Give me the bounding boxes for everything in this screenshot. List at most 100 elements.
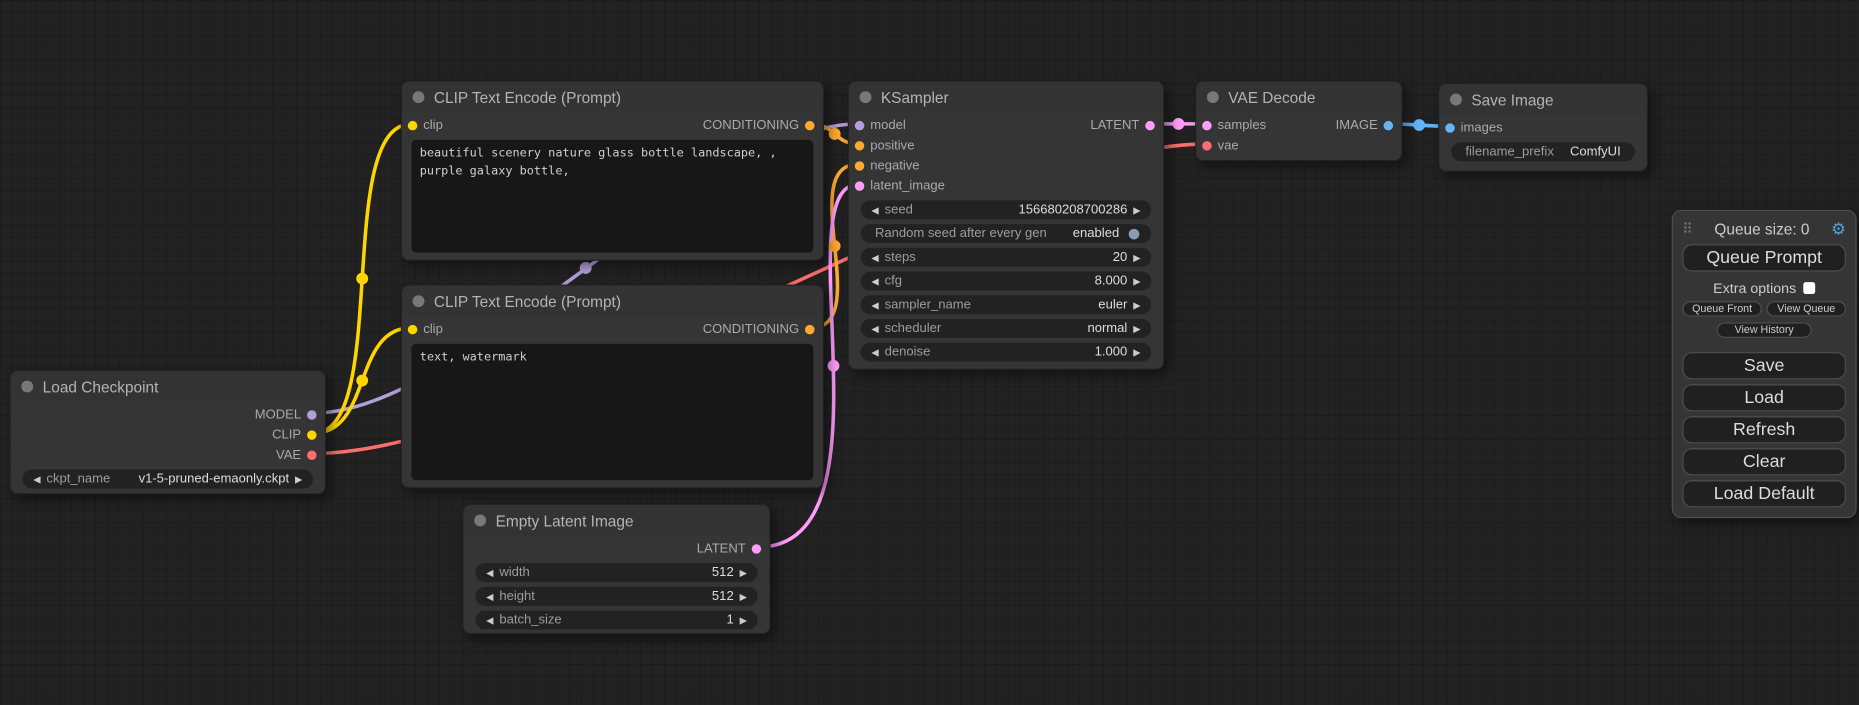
widget-name: ckpt_name — [46, 472, 110, 486]
input-slot-positive[interactable] — [855, 140, 864, 149]
node-header[interactable]: CLIP Text Encode (Prompt) — [402, 82, 823, 113]
link-midpoint-dot — [828, 360, 840, 372]
input-slot-vae[interactable] — [1202, 140, 1211, 149]
slot-row: clip CONDITIONING — [402, 319, 823, 339]
widget-cfg[interactable]: ◀ cfg 8.000 ▶ — [861, 272, 1151, 291]
widget-scheduler[interactable]: ◀ scheduler normal ▶ — [861, 319, 1151, 338]
collapse-dot-icon[interactable] — [1450, 94, 1462, 106]
decrement-arrow-icon[interactable]: ◀ — [868, 252, 882, 263]
collapse-dot-icon[interactable] — [860, 91, 872, 103]
refresh-button[interactable]: Refresh — [1682, 416, 1846, 443]
node-header[interactable]: KSampler — [849, 82, 1163, 113]
save-button[interactable]: Save — [1682, 352, 1846, 379]
output-slot-conditioning[interactable] — [805, 324, 814, 333]
input-slot-clip[interactable] — [408, 324, 417, 333]
node-vae-decode[interactable]: VAE Decode samples IMAGE vae — [1195, 81, 1402, 162]
node-clip-text-encode-negative[interactable]: CLIP Text Encode (Prompt) clip CONDITION… — [401, 285, 824, 489]
increment-arrow-icon[interactable]: ▶ — [1130, 252, 1144, 263]
queue-panel[interactable]: ⠿ Queue size: 0 ⚙ Queue Prompt Extra opt… — [1672, 210, 1857, 518]
widget-value: ComfyUI — [1570, 145, 1621, 159]
queue-front-button[interactable]: Queue Front — [1682, 301, 1761, 316]
next-value-arrow-icon[interactable]: ▶ — [291, 474, 305, 485]
decrement-arrow-icon[interactable]: ◀ — [868, 347, 882, 358]
toggle-knob-icon[interactable] — [1129, 228, 1140, 239]
extra-options-checkbox[interactable] — [1803, 282, 1815, 294]
increment-arrow-icon[interactable]: ▶ — [736, 615, 750, 626]
node-header[interactable]: Save Image — [1439, 84, 1646, 115]
collapse-dot-icon[interactable] — [21, 381, 33, 393]
widget-seed[interactable]: ◀ seed 156680208700286 ▶ — [861, 200, 1151, 219]
node-empty-latent-image[interactable]: Empty Latent Image LATENT ◀ width 512 ▶ … — [462, 504, 770, 634]
output-slot-image[interactable] — [1384, 120, 1393, 129]
node-header[interactable]: VAE Decode — [1196, 82, 1401, 113]
next-value-arrow-icon[interactable]: ▶ — [1130, 323, 1144, 334]
widget-steps[interactable]: ◀ steps 20 ▶ — [861, 248, 1151, 267]
output-slot-latent[interactable] — [752, 544, 761, 553]
decrement-arrow-icon[interactable]: ◀ — [868, 276, 882, 287]
widget-width[interactable]: ◀ width 512 ▶ — [475, 563, 757, 582]
node-header[interactable]: Empty Latent Image — [464, 505, 770, 536]
input-slot-images[interactable] — [1445, 123, 1454, 132]
widget-value: 512 — [712, 566, 734, 580]
clear-button[interactable]: Clear — [1682, 448, 1846, 475]
increment-arrow-icon[interactable]: ▶ — [1130, 276, 1144, 287]
decrement-arrow-icon[interactable]: ◀ — [483, 615, 497, 626]
node-clip-text-encode-positive[interactable]: CLIP Text Encode (Prompt) clip CONDITION… — [401, 81, 824, 261]
input-slot-negative[interactable] — [855, 161, 864, 170]
widget-sampler-name[interactable]: ◀ sampler_name euler ▶ — [861, 295, 1151, 314]
node-header[interactable]: Load Checkpoint — [11, 371, 325, 402]
output-slot-model[interactable] — [307, 410, 316, 419]
widget-filename-prefix[interactable]: filename_prefix ComfyUI — [1451, 142, 1635, 161]
increment-arrow-icon[interactable]: ▶ — [736, 591, 750, 602]
prev-value-arrow-icon[interactable]: ◀ — [30, 474, 44, 485]
prev-value-arrow-icon[interactable]: ◀ — [868, 299, 882, 310]
increment-arrow-icon[interactable]: ▶ — [736, 567, 750, 578]
prompt-textarea[interactable]: beautiful scenery nature glass bottle la… — [411, 140, 813, 253]
prompt-textarea[interactable]: text, watermark — [411, 344, 813, 480]
drag-handle-icon[interactable]: ⠿ — [1682, 221, 1692, 238]
widget-batch-size[interactable]: ◀ batch_size 1 ▶ — [475, 611, 757, 630]
load-default-button[interactable]: Load Default — [1682, 480, 1846, 507]
node-title: VAE Decode — [1228, 88, 1315, 106]
link-midpoint-dot — [1413, 119, 1425, 131]
input-slot-model[interactable] — [855, 120, 864, 129]
output-slot-vae[interactable] — [307, 450, 316, 459]
widget-random-seed-toggle[interactable]: Random seed after every gen enabled — [861, 224, 1151, 243]
output-slot-latent[interactable] — [1145, 120, 1154, 129]
widget-value: 1.000 — [1095, 345, 1128, 359]
collapse-dot-icon[interactable] — [413, 91, 425, 103]
collapse-dot-icon[interactable] — [1207, 91, 1219, 103]
settings-gear-icon[interactable]: ⚙ — [1831, 221, 1846, 238]
next-value-arrow-icon[interactable]: ▶ — [1130, 299, 1144, 310]
widget-height[interactable]: ◀ height 512 ▶ — [475, 587, 757, 606]
decrement-arrow-icon[interactable]: ◀ — [483, 567, 497, 578]
slot-row: negative — [849, 155, 1163, 175]
input-slot-latent-image[interactable] — [855, 181, 864, 190]
prev-value-arrow-icon[interactable]: ◀ — [868, 323, 882, 334]
node-ksampler[interactable]: KSampler model LATENT positive negative … — [848, 81, 1165, 370]
output-label-model: MODEL — [255, 407, 301, 421]
increment-arrow-icon[interactable]: ▶ — [1130, 205, 1144, 216]
decrement-arrow-icon[interactable]: ◀ — [483, 591, 497, 602]
widget-ckpt-name[interactable]: ◀ ckpt_name v1-5-pruned-emaonly.ckpt ▶ — [23, 469, 313, 488]
output-slot-clip[interactable] — [307, 430, 316, 439]
view-queue-button[interactable]: View Queue — [1767, 301, 1846, 316]
collapse-dot-icon[interactable] — [413, 295, 425, 307]
input-slot-samples[interactable] — [1202, 120, 1211, 129]
node-save-image[interactable]: Save Image images filename_prefix ComfyU… — [1438, 83, 1648, 172]
decrement-arrow-icon[interactable]: ◀ — [868, 205, 882, 216]
widget-denoise[interactable]: ◀ denoise 1.000 ▶ — [861, 343, 1151, 362]
increment-arrow-icon[interactable]: ▶ — [1130, 347, 1144, 358]
output-label-conditioning: CONDITIONING — [703, 322, 799, 336]
output-slot-conditioning[interactable] — [805, 120, 814, 129]
load-button[interactable]: Load — [1682, 384, 1846, 411]
queue-prompt-button[interactable]: Queue Prompt — [1682, 244, 1846, 271]
output-label-latent: LATENT — [697, 541, 746, 555]
collapse-dot-icon[interactable] — [474, 515, 486, 527]
slot-row: LATENT — [464, 538, 770, 558]
node-header[interactable]: CLIP Text Encode (Prompt) — [402, 286, 823, 317]
view-history-button[interactable]: View History — [1717, 322, 1812, 337]
node-load-checkpoint[interactable]: Load Checkpoint MODEL CLIP VAE ◀ ckpt_na… — [9, 370, 326, 494]
input-slot-clip[interactable] — [408, 120, 417, 129]
graph-canvas[interactable]: Load Checkpoint MODEL CLIP VAE ◀ ckpt_na… — [0, 0, 1859, 705]
